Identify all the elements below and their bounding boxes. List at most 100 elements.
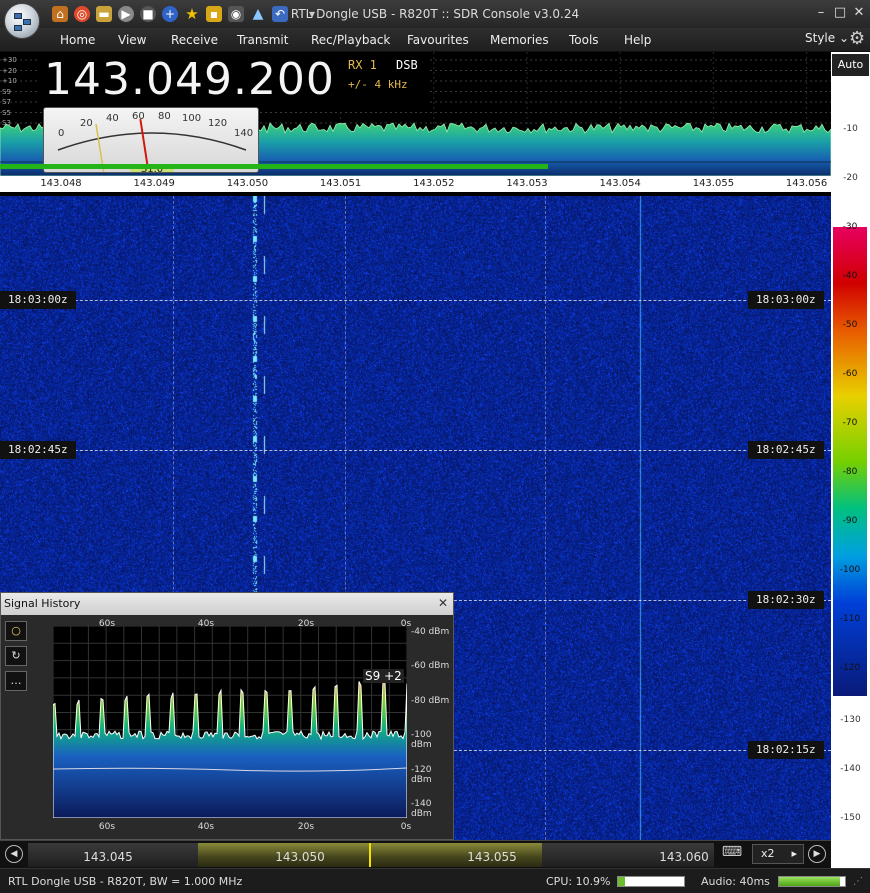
frequency-tick: 143.048 — [40, 178, 82, 189]
colorbar-tick: -70 — [842, 418, 858, 428]
resize-grip-icon[interactable]: ⋰ — [853, 876, 863, 887]
colorbar-tick: -80 — [842, 467, 858, 477]
history-x-tick: 40s — [197, 822, 215, 832]
level-tick: -150 — [840, 813, 861, 823]
colorbar-tick: -60 — [842, 369, 858, 379]
application-menu-button[interactable] — [4, 3, 40, 39]
frequency-tick: 143.056 — [785, 178, 828, 189]
tuning-marker — [369, 843, 371, 867]
tune-right-button[interactable]: ▶ — [808, 845, 826, 863]
frequency-tick: 143.049 — [133, 178, 175, 189]
colorbar-tick: -90 — [842, 516, 858, 526]
tune-left-button[interactable]: ◀ — [5, 845, 23, 863]
options-button[interactable]: … — [5, 671, 27, 691]
frequency-grid-line — [545, 196, 546, 840]
colorbar-tick: -40 — [842, 271, 858, 281]
peak-hold-button[interactable]: ○ — [5, 621, 27, 641]
s-meter-tick: 80 — [158, 111, 171, 122]
maximize-button[interactable]: □ — [831, 5, 849, 20]
level-tick: -10 — [843, 124, 858, 134]
s-level-label: S3 — [2, 119, 11, 127]
time-grid-line — [0, 300, 831, 301]
s-level-label: +10 — [2, 77, 17, 85]
tuning-label: 143.050 — [275, 850, 325, 864]
close-button[interactable]: ✕ — [850, 5, 868, 20]
spectrum-display[interactable]: +30 +20 +10 S9 S7 S5 S3 143.049.200 RX 1 DSB +… — [0, 52, 831, 176]
s-meter-tick: 120 — [208, 118, 228, 129]
s-level-label: S5 — [2, 108, 11, 117]
s-meter-tick: 40 — [106, 113, 119, 124]
window-title: RTL Dongle USB - R820T :: SDR Console v3… — [290, 7, 580, 21]
vfo-frequency[interactable]: 143.049.200 — [44, 54, 335, 105]
time-mark-label: 18:02:45z — [0, 441, 76, 459]
frequency-tick: 143.055 — [692, 178, 735, 189]
time-grid-line — [0, 450, 831, 451]
title-bar: ⌂ ◎ ▬ ▶ ■ + ★ ▪ ◉ ▲ ↶ ▾ RTL Dongle USB -… — [0, 0, 870, 28]
menu-transmit[interactable]: Transmit — [237, 33, 288, 47]
menu-view[interactable]: View — [118, 33, 146, 47]
menu-home[interactable]: Home — [60, 33, 95, 47]
tuning-label: 143.055 — [467, 850, 517, 864]
zoom-button[interactable]: x2 ▸ — [752, 844, 804, 864]
minimize-button[interactable]: – — [812, 5, 830, 20]
signal-level-bar — [0, 164, 549, 169]
history-y-tick: -120 dBm — [411, 765, 432, 785]
level-tick: -20 — [843, 173, 858, 183]
signal-history-title: Signal History — [1, 593, 453, 615]
time-mark-label: 18:02:30z — [748, 591, 824, 609]
frequency-tick: 143.052 — [413, 178, 455, 189]
auto-button[interactable]: Auto — [832, 54, 869, 76]
tuning-label: 143.060 — [659, 850, 709, 864]
frequency-tick: 143.053 — [506, 178, 548, 189]
colorbar-tick: -100 — [839, 565, 861, 575]
frequency-axis[interactable]: 143.048 143.049 143.050 143.051 143.052 143.0… — [0, 176, 831, 194]
menu-receive[interactable]: Receive — [171, 33, 218, 47]
menu-rec-playback[interactable]: Rec/Playback — [311, 33, 390, 47]
level-scale: Auto -30 -40 -50 -60 -70 -80 -90 -100 -110 -120 -… — [831, 52, 870, 868]
tuning-strip[interactable]: 143.045 143.050 143.055 143.060 — [0, 840, 831, 868]
keyboard-icon[interactable]: ⌨ — [718, 844, 746, 864]
gear-icon[interactable]: ⚙ — [849, 30, 867, 48]
s-level-label: S7 — [2, 98, 11, 106]
time-mark-label: 18:03:00z — [748, 291, 824, 309]
menu-tools[interactable]: Tools — [569, 33, 599, 47]
colorbar-tick: -50 — [842, 320, 858, 330]
close-icon[interactable]: ✕ — [438, 596, 448, 610]
s-meter-tick: 20 — [80, 118, 93, 129]
colorbar-tick: -30 — [842, 222, 858, 232]
menu-favourites[interactable]: Favourites — [407, 33, 469, 47]
frequency-display[interactable]: 143.049.200 RX 1 DSB +/- 4 kHz — [40, 52, 430, 112]
s-meter-tick: 140 — [234, 128, 254, 139]
frequency-tick: 143.054 — [599, 178, 641, 189]
time-mark-label: 18:02:45z — [748, 441, 824, 459]
style-menu[interactable]: Style ⌄ — [805, 31, 849, 45]
cpu-meter-fill — [618, 877, 626, 886]
chevron-down-icon: ⌄ — [838, 31, 850, 45]
audio-meter-fill — [779, 877, 840, 886]
device-status: RTL Dongle USB - R820T, BW = 1.000 MHz — [8, 875, 243, 888]
menu-bar: Home View Receive Transmit Rec/Playback … — [0, 28, 870, 52]
s-meter-tick: 100 — [182, 113, 202, 124]
zoom-label: x2 — [761, 847, 775, 860]
s-level-label: +30 — [2, 56, 17, 64]
s-meter-tick: 0 — [58, 128, 65, 139]
history-y-tick: -40 dBm — [411, 627, 450, 637]
menu-help[interactable]: Help — [624, 33, 651, 47]
signal-history-trace — [52, 625, 408, 819]
audio-meter — [778, 876, 846, 887]
signal-history-panel: Signal History ✕ ○ ↻ … 60s 40s 20s 0s 60… — [0, 592, 454, 840]
history-x-tick: 20s — [297, 822, 315, 832]
history-y-tick: -100 dBm — [411, 730, 432, 750]
mode-label[interactable]: DSB — [396, 58, 418, 72]
status-bar: RTL Dongle USB - R820T, BW = 1.000 MHz C… — [0, 868, 870, 893]
menu-memories[interactable]: Memories — [490, 33, 549, 47]
chevron-right-icon: ▸ — [791, 847, 797, 860]
colorbar-tick: -110 — [839, 614, 861, 624]
s-level-label: +20 — [2, 66, 17, 75]
reset-button[interactable]: ↻ — [5, 646, 27, 666]
signal-history-chart — [52, 625, 408, 819]
waterfall-colorbar[interactable]: -30 -40 -50 -60 -70 -80 -90 -100 -110 -120 — [833, 222, 867, 696]
level-tick: -130 — [840, 715, 861, 725]
history-y-tick: -140 dBm — [411, 799, 432, 819]
time-mark-label: 18:02:15z — [748, 741, 824, 759]
